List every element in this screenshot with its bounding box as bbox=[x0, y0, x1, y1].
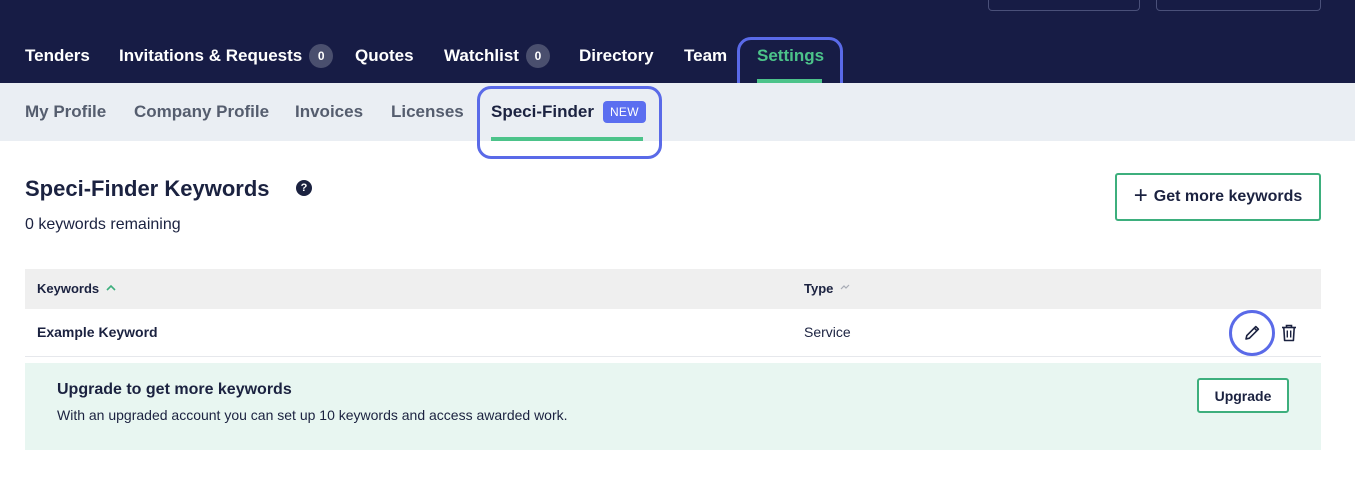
plus-icon: + bbox=[1133, 182, 1148, 209]
nav-item-watchlist[interactable]: Watchlist 0 bbox=[444, 44, 550, 68]
column-header-type[interactable]: Type bbox=[804, 281, 850, 296]
page-title: Speci-Finder Keywords bbox=[25, 176, 270, 201]
active-subnav-indicator bbox=[491, 137, 643, 141]
nav-item-quotes[interactable]: Quotes bbox=[355, 44, 414, 68]
nav-item-directory[interactable]: Directory bbox=[579, 44, 654, 68]
help-icon[interactable]: ? bbox=[296, 180, 312, 196]
type-cell: Service bbox=[804, 324, 851, 340]
new-badge: NEW bbox=[602, 101, 646, 123]
upgrade-description: With an upgraded account you can set up … bbox=[57, 407, 568, 423]
nav-item-label: Quotes bbox=[355, 46, 414, 65]
nav-item-label: Directory bbox=[579, 46, 654, 65]
column-header-label: Type bbox=[804, 281, 834, 296]
nav-item-tenders[interactable]: Tenders bbox=[25, 44, 90, 68]
nav-count-badge: 0 bbox=[309, 44, 334, 68]
nav-item-team[interactable]: Team bbox=[684, 44, 727, 68]
pencil-icon[interactable] bbox=[1244, 324, 1261, 346]
subnav-item-label: Invoices bbox=[295, 102, 364, 121]
subnav-item-label: Speci-Finder bbox=[491, 102, 594, 121]
subnav-item-speci-finder[interactable]: Speci-Finder NEW bbox=[491, 100, 646, 124]
keyword-cell: Example Keyword bbox=[37, 324, 158, 340]
get-more-keywords-label: Get more keywords bbox=[1153, 188, 1303, 205]
column-header-label: Keywords bbox=[37, 281, 100, 296]
sort-neutral-icon bbox=[840, 283, 850, 294]
nav-item-label: Team bbox=[684, 46, 728, 65]
get-more-keywords-button[interactable]: + Get more keywords bbox=[1115, 173, 1321, 221]
upgrade-button[interactable]: Upgrade bbox=[1197, 378, 1289, 413]
upgrade-title: Upgrade to get more keywords bbox=[57, 381, 292, 398]
trash-icon[interactable] bbox=[1281, 324, 1297, 347]
nav-item-settings[interactable]: Settings bbox=[757, 44, 824, 68]
subnav-item-company-profile[interactable]: Company Profile bbox=[134, 100, 269, 124]
header-button-2[interactable] bbox=[1156, 0, 1321, 11]
table-row bbox=[25, 309, 1321, 357]
nav-item-label: Watchlist bbox=[444, 46, 519, 65]
sort-ascending-icon bbox=[106, 283, 116, 294]
subnav-item-label: Licenses bbox=[391, 102, 464, 121]
nav-item-label: Tenders bbox=[25, 46, 90, 65]
keywords-remaining-text: 0 keywords remaining bbox=[25, 216, 181, 233]
nav-item-label: Settings bbox=[757, 46, 825, 65]
header-button-1[interactable] bbox=[988, 0, 1140, 11]
column-header-keywords[interactable]: Keywords bbox=[37, 281, 116, 296]
subnav-item-label: My Profile bbox=[25, 102, 107, 121]
keywords-table-header bbox=[25, 269, 1321, 309]
nav-item-invitations-requests[interactable]: Invitations & Requests 0 bbox=[119, 44, 334, 68]
subnav-item-invoices[interactable]: Invoices bbox=[295, 100, 363, 124]
subnav-item-my-profile[interactable]: My Profile bbox=[25, 100, 106, 124]
nav-count-badge: 0 bbox=[525, 44, 550, 68]
top-nav-bar bbox=[0, 0, 1355, 83]
subnav-item-label: Company Profile bbox=[134, 102, 270, 121]
subnav-item-licenses[interactable]: Licenses bbox=[391, 100, 464, 124]
nav-item-label: Invitations & Requests bbox=[119, 46, 303, 65]
